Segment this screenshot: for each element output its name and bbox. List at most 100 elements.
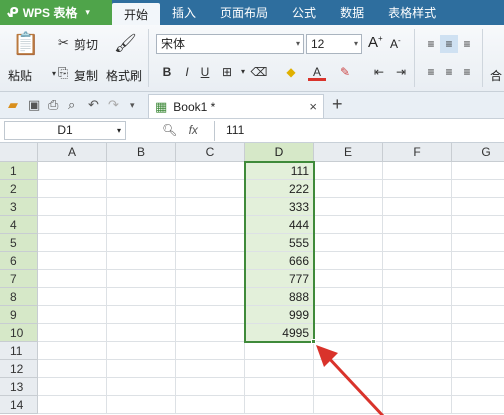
close-icon[interactable]: × (309, 99, 317, 114)
font-size-select[interactable]: 12 ▾ (306, 34, 362, 54)
row-header[interactable]: 4 (0, 216, 38, 234)
name-box[interactable]: D1 ▾ (4, 121, 126, 140)
grid-cell[interactable]: 444 (245, 216, 314, 234)
grid-cell[interactable] (452, 306, 504, 324)
grid-cell[interactable] (383, 288, 452, 306)
column-header[interactable]: G (452, 143, 504, 162)
row-header[interactable]: 11 (0, 342, 38, 360)
grid-cell[interactable]: 111 (245, 162, 314, 180)
column-header[interactable]: C (176, 143, 245, 162)
shrink-font-button[interactable]: A- (390, 36, 401, 51)
grid-cell[interactable] (452, 360, 504, 378)
grid-cell[interactable] (107, 180, 176, 198)
grid-cell[interactable] (176, 378, 245, 396)
grid-cell[interactable]: 666 (245, 252, 314, 270)
grid-cell[interactable] (383, 162, 452, 180)
align-right-icon[interactable]: ≡ (458, 63, 476, 81)
grid-cell[interactable] (38, 270, 107, 288)
grid-cell[interactable] (176, 306, 245, 324)
grid-cell[interactable] (383, 216, 452, 234)
grid-cell[interactable] (176, 180, 245, 198)
clear-format-icon[interactable]: ⌫ (250, 63, 268, 81)
grid-cell[interactable] (107, 378, 176, 396)
grid-cell[interactable] (383, 198, 452, 216)
grid-cell[interactable] (176, 270, 245, 288)
grid-cell[interactable]: 555 (245, 234, 314, 252)
grid-cell[interactable] (176, 216, 245, 234)
grid-cell[interactable] (245, 396, 314, 414)
grid-cell[interactable] (38, 306, 107, 324)
grid-cell[interactable] (452, 324, 504, 342)
font-name-select[interactable]: 宋体 ▾ (156, 34, 304, 54)
grid-cell[interactable] (452, 234, 504, 252)
grid-cell[interactable] (245, 378, 314, 396)
menu-tab[interactable]: 表格样式 (376, 0, 448, 25)
grid-cell[interactable] (383, 324, 452, 342)
spreadsheet-grid[interactable]: A B C D E F G 1 111 2 222 3 333 4 444 5 555 6 666 7 777 8 888 9… (0, 143, 504, 415)
grid-cell[interactable] (107, 324, 176, 342)
grid-cell[interactable] (383, 234, 452, 252)
grid-cell[interactable] (314, 162, 383, 180)
grow-font-button[interactable]: A+ (368, 34, 383, 51)
open-folder-icon[interactable]: ▰ (8, 97, 18, 113)
grid-cell[interactable] (107, 288, 176, 306)
menu-tab[interactable]: 插入 (160, 0, 208, 25)
grid-cell[interactable] (176, 198, 245, 216)
row-header[interactable]: 2 (0, 180, 38, 198)
undo-icon[interactable]: ↶ (88, 97, 99, 113)
grid-cell[interactable] (383, 306, 452, 324)
grid-cell[interactable] (107, 342, 176, 360)
grid-cell[interactable] (452, 342, 504, 360)
highlight-icon[interactable]: ✎ (336, 63, 354, 81)
grid-cell[interactable] (38, 342, 107, 360)
app-menu-button[interactable]: ᕵ WPS 表格 ▾ (0, 0, 112, 25)
grid-cell[interactable] (38, 324, 107, 342)
row-header[interactable]: 7 (0, 270, 38, 288)
align-top-icon[interactable]: ≡ (422, 35, 440, 53)
row-header[interactable]: 12 (0, 360, 38, 378)
menu-tab[interactable]: 公式 (280, 0, 328, 25)
merge-button[interactable]: 合 (490, 67, 502, 84)
grid-cell[interactable]: 777 (245, 270, 314, 288)
grid-cell[interactable] (38, 396, 107, 414)
grid-cell[interactable] (314, 198, 383, 216)
grid-cell[interactable] (314, 270, 383, 288)
zoom-icon[interactable]: 🔍︎ (162, 123, 177, 137)
new-tab-button[interactable]: + (332, 94, 343, 115)
grid-cell[interactable] (452, 180, 504, 198)
grid-cell[interactable] (314, 234, 383, 252)
grid-cell[interactable] (452, 162, 504, 180)
grid-cell[interactable] (38, 234, 107, 252)
grid-cell[interactable] (38, 180, 107, 198)
grid-cell[interactable] (314, 180, 383, 198)
align-bottom-icon[interactable]: ≡ (458, 35, 476, 53)
print-preview-icon[interactable]: ⌕ (68, 97, 75, 113)
row-header[interactable]: 3 (0, 198, 38, 216)
grid-cell[interactable] (176, 252, 245, 270)
grid-cell[interactable] (38, 288, 107, 306)
customize-dropdown-icon[interactable]: ▾ (130, 100, 135, 111)
save-icon[interactable]: ▣ (28, 97, 40, 113)
row-header[interactable]: 5 (0, 234, 38, 252)
document-tab[interactable]: ▦ Book1 * × (148, 94, 324, 118)
column-header[interactable]: F (383, 143, 452, 162)
grid-cell[interactable]: 999 (245, 306, 314, 324)
paste-button[interactable]: 粘贴 (8, 67, 32, 84)
menu-tab[interactable]: 页面布局 (208, 0, 280, 25)
align-center-icon[interactable]: ≡ (440, 63, 458, 81)
formula-input[interactable]: 111 (226, 123, 244, 137)
align-left-icon[interactable]: ≡ (422, 63, 440, 81)
grid-cell[interactable] (38, 162, 107, 180)
grid-cell[interactable] (314, 288, 383, 306)
indent-decrease-icon[interactable]: ⇤ (370, 63, 388, 81)
grid-cell[interactable] (314, 306, 383, 324)
grid-cell[interactable] (176, 162, 245, 180)
grid-cell[interactable] (452, 270, 504, 288)
grid-cell[interactable] (452, 216, 504, 234)
cut-button[interactable]: 剪切 (74, 36, 98, 53)
grid-cell[interactable] (176, 288, 245, 306)
grid-cell[interactable] (452, 198, 504, 216)
grid-cell[interactable] (452, 396, 504, 414)
grid-cell[interactable] (245, 342, 314, 360)
grid-cell[interactable] (107, 270, 176, 288)
